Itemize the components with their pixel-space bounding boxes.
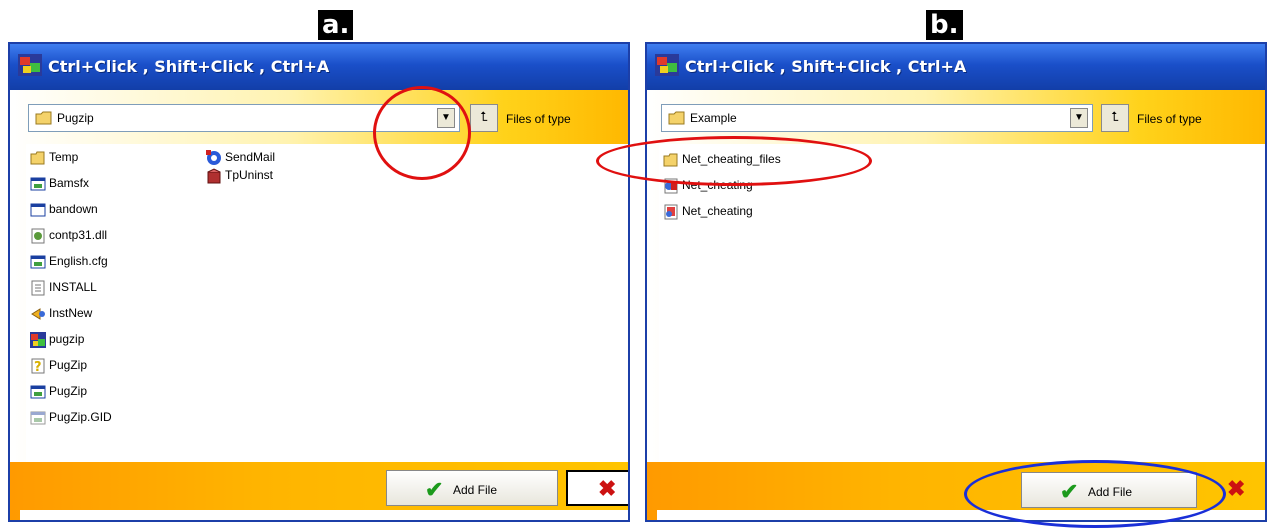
list-item[interactable]: English.cfg	[30, 252, 108, 270]
list-item[interactable]: TpUninst	[206, 166, 273, 184]
folder-icon	[35, 111, 52, 125]
close-icon: ✖	[1227, 476, 1246, 501]
app-icon	[18, 54, 42, 76]
text-file-icon	[31, 280, 45, 296]
look-in-combo[interactable]: Example ▼	[661, 104, 1093, 132]
list-item[interactable]: ? PugZip	[30, 356, 87, 374]
list-item[interactable]: PugZip	[30, 382, 87, 400]
dropdown-highlight-circle	[373, 86, 471, 180]
svg-text:?: ?	[34, 360, 42, 374]
folder-up-icon: ⮤	[480, 109, 488, 124]
checkmark-icon: ✔	[425, 477, 444, 502]
list-item[interactable]: Bamsfx	[30, 174, 89, 192]
close-icon: ✖	[598, 476, 617, 501]
folder-up-icon: ⮤	[1111, 109, 1119, 124]
list-item[interactable]: INSTALL	[30, 278, 97, 296]
panel-a-label: a.	[318, 10, 354, 40]
list-item[interactable]: Temp	[30, 148, 78, 166]
pugzip-app-icon	[30, 331, 46, 348]
dialog-title: Ctrl+Click , Shift+Click , Ctrl+A	[685, 57, 967, 76]
list-item[interactable]: PugZip.GID	[30, 408, 112, 426]
config-file-icon	[30, 255, 46, 269]
dialog-body: Pugzip ▼ ⮤ Files of type Temp Bamsfx ban…	[10, 90, 628, 520]
status-strip	[20, 510, 628, 520]
list-item[interactable]: bandown	[30, 200, 98, 218]
window-icon	[30, 203, 46, 217]
dll-icon	[31, 228, 45, 244]
list-item[interactable]: Net_cheating	[663, 202, 753, 220]
folder-icon	[30, 151, 45, 165]
list-item[interactable]: SendMail	[206, 148, 275, 166]
gid-file-icon	[30, 411, 46, 425]
sendmail-icon	[206, 149, 221, 165]
app-icon	[655, 54, 679, 76]
web-document-icon	[664, 204, 678, 220]
title-bar: Ctrl+Click , Shift+Click , Ctrl+A	[10, 44, 628, 90]
list-item[interactable]: InstNew	[30, 304, 92, 322]
add-file-label: Add File	[453, 483, 498, 497]
dropdown-arrow-button[interactable]: ▼	[1070, 108, 1088, 128]
help-file-icon: ?	[31, 358, 45, 374]
list-item[interactable]: contp31.dll	[30, 226, 107, 244]
up-folder-button[interactable]: ⮤	[1101, 104, 1129, 132]
files-of-type-label: Files of type	[1137, 112, 1202, 126]
application-icon	[30, 177, 46, 191]
folder-highlight-ellipse	[596, 136, 872, 186]
file-list[interactable]: Net_cheating_files Net_cheating Net_chea…	[659, 144, 1265, 470]
cancel-button[interactable]: ✖	[566, 470, 628, 506]
up-folder-button[interactable]: ⮤	[470, 104, 498, 132]
uninstall-icon	[207, 168, 221, 184]
add-file-button[interactable]: ✔ Add File	[386, 470, 558, 506]
panel-b-label: b.	[926, 10, 963, 40]
add-file-highlight-ellipse	[964, 460, 1226, 528]
chevron-down-icon: ▼	[1074, 112, 1084, 123]
dialog-title: Ctrl+Click , Shift+Click , Ctrl+A	[48, 57, 330, 76]
file-list[interactable]: Temp Bamsfx bandown contp31.dll English.…	[26, 144, 628, 470]
look-in-value: Pugzip	[57, 111, 94, 125]
application-icon	[30, 385, 46, 399]
file-dialog-a: Ctrl+Click , Shift+Click , Ctrl+A Pugzip…	[8, 42, 630, 522]
title-bar: Ctrl+Click , Shift+Click , Ctrl+A	[647, 44, 1265, 90]
list-item[interactable]: pugzip	[30, 330, 84, 348]
files-of-type-label: Files of type	[506, 112, 571, 126]
look-in-value: Example	[690, 111, 737, 125]
installer-icon	[31, 307, 45, 320]
folder-icon	[668, 111, 685, 125]
file-dialog-b: Ctrl+Click , Shift+Click , Ctrl+A Exampl…	[645, 42, 1267, 522]
